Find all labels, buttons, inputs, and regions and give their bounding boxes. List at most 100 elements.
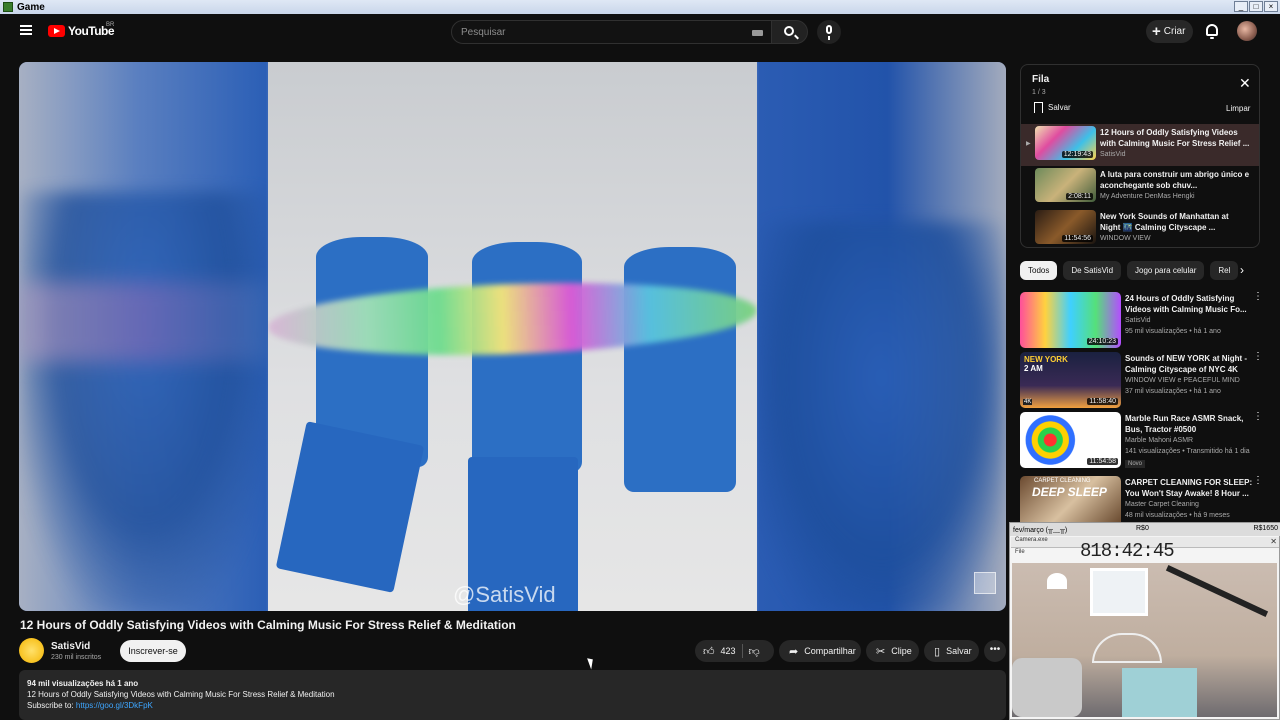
video-thumbnail: 24:10:23 — [1020, 292, 1121, 348]
masthead: YouTube BR + Criar — [0, 14, 1280, 48]
create-button[interactable]: + Criar — [1146, 20, 1193, 43]
notifications-bell-icon[interactable] — [1206, 24, 1218, 39]
chevron-right-icon[interactable]: › — [1240, 263, 1244, 277]
bookmark-icon — [1034, 102, 1043, 113]
chip[interactable]: De SatisVid — [1063, 261, 1122, 280]
chip[interactable]: Jogo para celular — [1127, 261, 1205, 280]
subscriber-count: 230 mil inscritos — [51, 654, 102, 661]
subscribe-button[interactable]: Inscrever-se — [120, 640, 186, 662]
share-button[interactable]: ➦ Compartilhar — [779, 640, 861, 662]
queue-thumbnail: 11:54:56 — [1035, 210, 1096, 244]
recommendation-meta: 95 mil visualizações • há 1 ano — [1125, 328, 1221, 335]
clip-button[interactable]: ✂ Clipe — [866, 640, 919, 662]
close-queue-icon[interactable]: ✕ — [1239, 75, 1251, 92]
recommendation-channel: SatisVid — [1125, 317, 1151, 324]
description-line: 12 Hours of Oddly Satisfying Videos with… — [27, 690, 335, 699]
menu-icon[interactable] — [20, 25, 32, 35]
plus-icon: + — [1152, 23, 1161, 40]
video-watermark: @SatisVid — [453, 582, 556, 607]
queue-save-label: Salvar — [1048, 103, 1071, 112]
channel-branding-icon[interactable] — [974, 572, 996, 594]
minimize-button[interactable]: _ — [1234, 1, 1248, 12]
channel-name[interactable]: SatisVid — [51, 641, 90, 652]
video-thumbnail: 11:54:58 — [1020, 412, 1121, 468]
chip[interactable]: Todos — [1020, 261, 1058, 280]
video-player[interactable]: @SatisVid — [19, 62, 1006, 611]
recommendation-channel: Master Carpet Cleaning — [1125, 501, 1199, 508]
app-icon — [3, 2, 13, 12]
thumbnail-text: 2 AM — [1024, 364, 1043, 373]
channel-avatar[interactable] — [19, 638, 44, 663]
close-icon[interactable]: ✕ — [1270, 537, 1277, 546]
save-playlist-icon: ▯ — [934, 645, 941, 658]
recommendation-item[interactable]: 24:10:23 24 Hours of Oddly Satisfying Vi… — [1020, 292, 1265, 350]
overlay-status-right: R$1650 — [1253, 525, 1278, 532]
overlay-status-mid: R$0 — [1136, 525, 1149, 532]
more-vert-icon[interactable]: ⋮ — [1253, 292, 1263, 302]
keyboard-icon[interactable] — [752, 30, 763, 36]
more-vert-icon[interactable]: ⋮ — [1253, 352, 1263, 362]
room-window — [1090, 568, 1148, 616]
dislike-icon[interactable]: 👎︎ — [749, 645, 760, 658]
queue-item-channel: WINDOW VIEW — [1100, 235, 1151, 242]
recommendation-channel: Marble Mahoni ASMR — [1125, 437, 1194, 444]
divider — [741, 644, 743, 658]
thumbnail-text: CARPET CLEANING — [1034, 478, 1091, 484]
youtube-logo[interactable]: YouTube — [48, 24, 115, 38]
search-icon — [784, 26, 794, 36]
chip[interactable]: Rel — [1210, 261, 1239, 280]
like-icon[interactable]: 👍︎ — [703, 645, 715, 658]
new-badge: Novo — [1125, 460, 1146, 468]
country-code: BR — [106, 22, 115, 28]
more-vert-icon[interactable]: ⋮ — [1253, 412, 1263, 422]
queue-item[interactable]: ▶ 12:19:43 12 Hours of Oddly Satisfying … — [1021, 124, 1259, 166]
share-icon: ➦ — [789, 645, 799, 658]
duration: 24:10:23 — [1086, 338, 1118, 345]
duration: 12:19:43 — [1061, 151, 1093, 158]
search-box — [451, 20, 772, 44]
more-actions-button[interactable]: ••• — [984, 640, 1006, 662]
queue-clear-button[interactable]: Limpar — [1226, 104, 1250, 113]
queue-thumbnail: 12:19:43 — [1035, 126, 1096, 160]
recommendation-meta: 141 visualizações • Transmitido há 1 dia — [1125, 448, 1250, 455]
queue-save-button[interactable]: Salvar — [1034, 102, 1071, 113]
kinetic-sand-block — [624, 247, 736, 492]
recommendation-item[interactable]: NEW YORK 2 AM 4K 11:58:40 Sounds of NEW … — [1020, 352, 1265, 410]
save-button[interactable]: ▯ Salvar — [924, 640, 979, 662]
stream-timer: 818:42:45 — [1080, 540, 1175, 562]
description-subscribe-line: Subscribe to: https://goo.gl/3DkFpK — [27, 700, 998, 711]
thumbnail-text: NEW YORK — [1024, 355, 1068, 364]
video-thumbnail: NEW YORK 2 AM 4K 11:58:40 — [1020, 352, 1121, 408]
player-blur-left — [19, 192, 269, 611]
save-label: Salvar — [946, 646, 972, 656]
camera-window-label: Camera.exe — [1015, 537, 1048, 543]
recommendation-title: Sounds of NEW YORK at Night - Calming Ci… — [1125, 354, 1248, 374]
maximize-button[interactable]: □ — [1249, 1, 1263, 12]
description-box[interactable]: 94 mil visualizações há 1 ano 12 Hours o… — [19, 670, 1006, 720]
queue-item-title: New York Sounds of Manhattan at Night 🌃 … — [1100, 212, 1229, 232]
close-window-button[interactable]: × — [1264, 1, 1278, 12]
more-vert-icon[interactable]: ⋮ — [1253, 476, 1263, 486]
subscribe-link[interactable]: https://goo.gl/3DkFpK — [76, 701, 153, 710]
overlay-status-left: fev/março (╥﹏╥) — [1013, 527, 1068, 534]
queue-count: 1 / 3 — [1032, 89, 1046, 96]
like-count[interactable]: 423 — [721, 646, 736, 656]
search-button[interactable] — [771, 20, 808, 44]
voice-search-button[interactable] — [817, 20, 841, 44]
queue-thumbnail: 2:08:11 — [1035, 168, 1096, 202]
queue-item[interactable]: 11:54:56 New York Sounds of Manhattan at… — [1021, 208, 1259, 247]
window-title: Game — [17, 1, 45, 13]
camera-menu[interactable]: File — [1015, 549, 1025, 555]
filter-chips: Todos De SatisVid Jogo para celular Rel — [1020, 261, 1239, 280]
4k-badge: 4K — [1023, 399, 1033, 405]
recommendation-item[interactable]: 11:54:58 Marble Run Race ASMR Snack, Bus… — [1020, 412, 1265, 470]
queue-item[interactable]: 2:08:11 A luta para construir um abrigo … — [1021, 166, 1259, 208]
recommendation-channel: WINDOW VIEW e PEACEFUL MIND — [1125, 377, 1240, 384]
account-avatar[interactable] — [1237, 21, 1257, 41]
window-titlebar: Game _ □ × — [0, 0, 1280, 14]
scissors-icon: ✂ — [876, 645, 886, 658]
search-input[interactable] — [461, 26, 741, 38]
thumbnail-text: DEEP SLEEP — [1032, 485, 1107, 499]
window-controls: _ □ × — [1234, 1, 1278, 12]
queue-item-title: 12 Hours of Oddly Satisfying Videos with… — [1100, 128, 1250, 148]
